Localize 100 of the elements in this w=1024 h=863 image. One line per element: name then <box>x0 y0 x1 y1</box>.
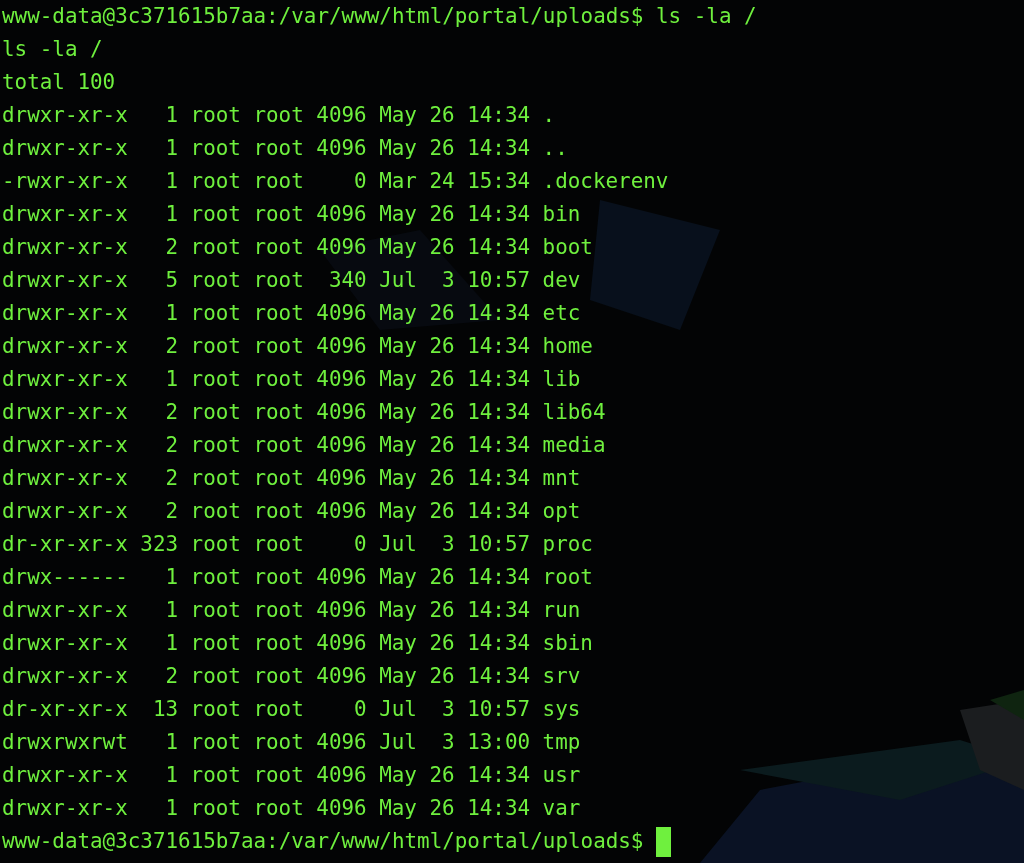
month: Jul <box>379 267 417 294</box>
time: 14:34 <box>467 234 531 261</box>
permissions: drwxr-xr-x <box>2 234 128 261</box>
permissions: drwxr-xr-x <box>2 366 128 393</box>
owner: root <box>190 366 241 393</box>
month: May <box>379 630 417 657</box>
file-name: opt <box>542 498 581 525</box>
time: 10:57 <box>467 267 531 294</box>
permissions: drwxr-xr-x <box>2 300 128 327</box>
owner: root <box>190 333 241 360</box>
file-size: 0 <box>353 531 367 558</box>
time: 14:34 <box>467 597 531 624</box>
day: 26 <box>429 297 455 330</box>
permissions: drwxr-xr-x <box>2 498 128 525</box>
file-size: 4096 <box>316 465 367 492</box>
link-count: 2 <box>164 432 179 459</box>
month: May <box>379 762 417 789</box>
month: May <box>379 795 417 822</box>
link-count: 1 <box>164 597 179 624</box>
file-name: mnt <box>542 465 581 492</box>
day: 26 <box>429 792 455 825</box>
link-count: 1 <box>164 168 179 195</box>
file-name: proc <box>542 531 593 558</box>
day: 26 <box>429 99 455 132</box>
owner: root <box>190 564 241 591</box>
month: May <box>379 201 417 228</box>
permissions: dr-xr-xr-x <box>2 531 128 558</box>
month: May <box>379 564 417 591</box>
month: Jul <box>379 696 417 723</box>
owner: root <box>190 465 241 492</box>
month: May <box>379 663 417 690</box>
month: Jul <box>379 531 417 558</box>
owner: root <box>190 762 241 789</box>
time: 15:34 <box>467 168 531 195</box>
permissions: drwx------ <box>2 564 128 591</box>
permissions: drwxr-xr-x <box>2 267 128 294</box>
owner: root <box>190 663 241 690</box>
file-name: root <box>542 564 593 591</box>
group: root <box>253 330 304 363</box>
group: root <box>253 231 304 264</box>
time: 14:34 <box>467 795 531 822</box>
owner: root <box>190 234 241 261</box>
link-count: 1 <box>164 366 179 393</box>
cursor <box>656 826 671 857</box>
link-count: 323 <box>140 531 179 558</box>
link-count: 1 <box>164 630 179 657</box>
permissions: drwxr-xr-x <box>2 465 128 492</box>
permissions: drwxr-xr-x <box>2 663 128 690</box>
file-size: 0 <box>353 696 367 723</box>
file-size: 4096 <box>316 201 367 228</box>
file-name: sys <box>542 696 581 723</box>
link-count: 13 <box>151 696 179 723</box>
link-count: 1 <box>164 102 179 129</box>
time: 14:34 <box>467 102 531 129</box>
time: 14:34 <box>467 432 531 459</box>
group: root <box>253 198 304 231</box>
group: root <box>253 528 304 561</box>
file-name: .dockerenv <box>542 168 669 195</box>
link-count: 1 <box>164 135 179 162</box>
file-name: lib64 <box>542 399 606 426</box>
month: May <box>379 597 417 624</box>
file-name: etc <box>542 300 581 327</box>
file-name: . <box>542 102 556 129</box>
month: Jul <box>379 729 417 756</box>
file-size: 4096 <box>316 300 367 327</box>
owner: root <box>190 168 241 195</box>
permissions: drwxrwxrwt <box>2 729 128 756</box>
time: 14:34 <box>467 135 531 162</box>
permissions: drwxr-xr-x <box>2 399 128 426</box>
day: 3 <box>429 264 455 297</box>
file-size: 4096 <box>316 663 367 690</box>
owner: root <box>190 630 241 657</box>
group: root <box>253 264 304 297</box>
time: 10:57 <box>467 531 531 558</box>
permissions: -rwxr-xr-x <box>2 168 128 195</box>
group: root <box>253 363 304 396</box>
day: 26 <box>429 429 455 462</box>
month: Mar <box>379 168 417 195</box>
file-name: bin <box>542 201 581 228</box>
group: root <box>253 462 304 495</box>
time: 14:34 <box>467 564 531 591</box>
time: 14:34 <box>467 399 531 426</box>
day: 26 <box>429 660 455 693</box>
owner: root <box>190 696 241 723</box>
month: May <box>379 465 417 492</box>
group: root <box>253 165 304 198</box>
permissions: drwxr-xr-x <box>2 135 128 162</box>
file-size: 4096 <box>316 498 367 525</box>
month: May <box>379 300 417 327</box>
day: 3 <box>429 693 455 726</box>
group: root <box>253 693 304 726</box>
link-count: 1 <box>164 564 179 591</box>
file-size: 0 <box>353 168 367 195</box>
permissions: drwxr-xr-x <box>2 630 128 657</box>
day: 24 <box>429 165 455 198</box>
time: 14:34 <box>467 366 531 393</box>
file-size: 4096 <box>316 432 367 459</box>
time: 13:00 <box>467 729 531 756</box>
day: 26 <box>429 198 455 231</box>
file-size: 4096 <box>316 135 367 162</box>
